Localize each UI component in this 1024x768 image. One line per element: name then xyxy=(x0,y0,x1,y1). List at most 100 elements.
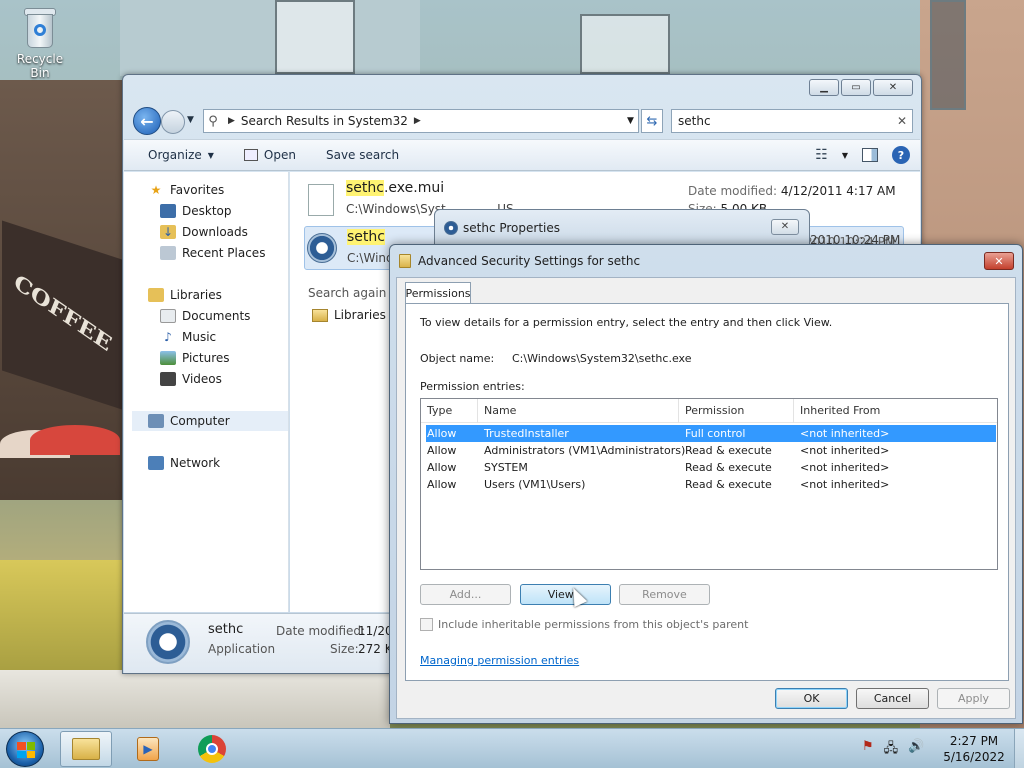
result-name: sethc.exe.mui xyxy=(346,180,444,196)
view-options-chevron-icon[interactable]: ▼ xyxy=(842,151,848,160)
search-box[interactable]: sethc ✕ xyxy=(671,109,913,133)
wallpaper-umbrella xyxy=(30,425,120,455)
advanced-security-dialog: Advanced Security Settings for sethc ✕ P… xyxy=(389,244,1023,724)
properties-close-button[interactable]: ✕ xyxy=(771,219,799,235)
details-date-label: Date modified: xyxy=(276,624,366,638)
nav-label: Pictures xyxy=(182,351,230,365)
taskbar-chrome-button[interactable] xyxy=(186,731,238,767)
downloads-icon: ↓ xyxy=(160,225,176,239)
include-inheritable-checkbox[interactable] xyxy=(420,618,433,631)
network-icon xyxy=(148,456,164,470)
details-name: sethc xyxy=(208,622,244,637)
file-icon xyxy=(308,184,334,216)
address-bar[interactable]: ⚲ ▶ Search Results in System32 ▶ ▼ xyxy=(203,109,639,133)
search-input[interactable]: sethc xyxy=(678,114,711,128)
column-header-inherited-from[interactable]: Inherited From xyxy=(794,399,997,423)
result-date-label: Date modified: xyxy=(688,184,778,198)
permission-entries-label: Permission entries: xyxy=(420,380,525,393)
minimize-button[interactable]: ▁ xyxy=(809,79,839,96)
volume-icon[interactable]: 🔊 xyxy=(908,739,924,761)
open-icon xyxy=(243,149,258,161)
open-button[interactable]: Open xyxy=(243,148,296,162)
libraries-icon xyxy=(312,308,328,322)
clear-search-icon[interactable]: ✕ xyxy=(892,114,912,128)
table-row[interactable]: Allow SYSTEM Read & execute <not inherit… xyxy=(426,459,996,476)
wallpaper-window xyxy=(275,0,355,74)
clock[interactable]: 2:27 PM 5/16/2022 xyxy=(936,733,1012,765)
pictures-icon xyxy=(160,351,176,365)
nav-favorites[interactable]: ★ Favorites xyxy=(148,180,312,200)
permissions-tab-page: To view details for a permission entry, … xyxy=(405,303,1009,681)
view-options-icon[interactable]: ☷ xyxy=(815,147,828,163)
chevron-down-icon: ▼ xyxy=(207,150,214,160)
remove-button[interactable]: Remove xyxy=(619,584,710,605)
organize-button[interactable]: Organize ▼ xyxy=(148,148,214,162)
ok-button[interactable]: OK xyxy=(775,688,848,709)
column-header-name[interactable]: Name xyxy=(478,399,679,423)
cell-inherited: <not inherited> xyxy=(800,427,890,440)
nav-network[interactable]: Network xyxy=(148,453,312,473)
apply-button[interactable]: Apply xyxy=(937,688,1010,709)
cell-name: SYSTEM xyxy=(484,461,528,474)
explorer-toolbar: Organize ▼ Open Save search ☷ ▼ ? xyxy=(124,139,920,171)
nav-label: Computer xyxy=(170,414,230,428)
close-button[interactable]: ✕ xyxy=(873,79,913,96)
cell-inherited: <not inherited> xyxy=(800,444,890,457)
computer-icon xyxy=(148,414,164,428)
table-row[interactable]: Allow Administrators (VM1\Administrators… xyxy=(426,442,996,459)
libraries-icon xyxy=(148,288,164,302)
nav-label: Music xyxy=(182,330,217,344)
nav-libraries[interactable]: Libraries xyxy=(148,285,312,305)
desktop-icon-recycle-bin[interactable]: Recycle Bin xyxy=(6,6,74,80)
cell-permission: Read & execute xyxy=(685,478,772,491)
save-search-button[interactable]: Save search xyxy=(326,148,399,162)
recent-pages-dropdown[interactable]: ▼ xyxy=(187,115,194,125)
cancel-button[interactable]: Cancel xyxy=(856,688,929,709)
cell-type: Allow xyxy=(427,478,457,491)
breadcrumb-chevron-icon[interactable]: ▶ xyxy=(228,116,235,126)
breadcrumb-item[interactable]: Search Results in System32 xyxy=(241,114,408,128)
explorer-caption-buttons: ▁ ▭ ✕ xyxy=(809,79,913,96)
show-desktop-button[interactable] xyxy=(1014,729,1024,768)
table-row[interactable]: Allow TrustedInstaller Full control <not… xyxy=(426,425,996,442)
start-button[interactable] xyxy=(6,731,44,767)
save-search-label: Save search xyxy=(325,148,400,162)
back-button[interactable]: ← xyxy=(133,107,161,135)
forward-button[interactable] xyxy=(161,110,185,134)
result-name-rest: .exe.mui xyxy=(383,180,445,196)
taskbar-media-player-button[interactable]: ▶ xyxy=(122,731,174,767)
cell-inherited: <not inherited> xyxy=(800,461,890,474)
refresh-button[interactable]: ⇆ xyxy=(641,109,663,133)
documents-icon xyxy=(160,309,176,323)
managing-permissions-link[interactable]: Managing permission entries xyxy=(420,654,579,667)
maximize-button[interactable]: ▭ xyxy=(841,79,871,96)
view-button[interactable]: View... xyxy=(520,584,611,605)
nav-label: Documents xyxy=(182,309,251,323)
address-dropdown-icon[interactable]: ▼ xyxy=(622,116,638,126)
table-row[interactable]: Allow Users (VM1\Users) Read & execute <… xyxy=(426,476,996,493)
nav-label: Videos xyxy=(182,372,222,386)
clock-time: 2:27 PM xyxy=(949,734,999,748)
coffee-sign-text: COFFEE xyxy=(10,269,115,357)
network-status-icon[interactable]: 🖧 xyxy=(884,739,899,761)
add-button[interactable]: Add... xyxy=(420,584,511,605)
list-header: Type Name Permission Inherited From xyxy=(421,399,997,423)
help-icon[interactable]: ? xyxy=(892,146,910,164)
cell-type: Allow xyxy=(427,461,457,474)
result-date-value: 4/12/2011 4:17 AM xyxy=(780,184,896,198)
column-header-permission[interactable]: Permission xyxy=(679,399,794,423)
dialog-close-button[interactable]: ✕ xyxy=(984,252,1014,270)
preview-pane-icon[interactable] xyxy=(862,148,878,162)
cell-name: Users (VM1\Users) xyxy=(484,478,586,491)
taskbar-explorer-button[interactable] xyxy=(60,731,112,767)
nav-label: Recent Places xyxy=(182,246,266,260)
column-header-type[interactable]: Type xyxy=(421,399,478,423)
breadcrumb-chevron-icon[interactable]: ▶ xyxy=(414,116,421,126)
explorer-navbar: ← ▼ ⚲ ▶ Search Results in System32 ▶ ▼ ⇆… xyxy=(131,107,913,135)
music-icon: ♪ xyxy=(164,330,172,344)
nav-computer[interactable]: Computer xyxy=(132,411,288,431)
tab-permissions[interactable]: Permissions xyxy=(405,282,471,304)
action-center-flag-icon[interactable]: ⚑ xyxy=(862,739,874,761)
search-again-libraries[interactable]: Libraries xyxy=(312,308,386,322)
permission-entries-list[interactable]: Type Name Permission Inherited From Allo… xyxy=(420,398,998,570)
